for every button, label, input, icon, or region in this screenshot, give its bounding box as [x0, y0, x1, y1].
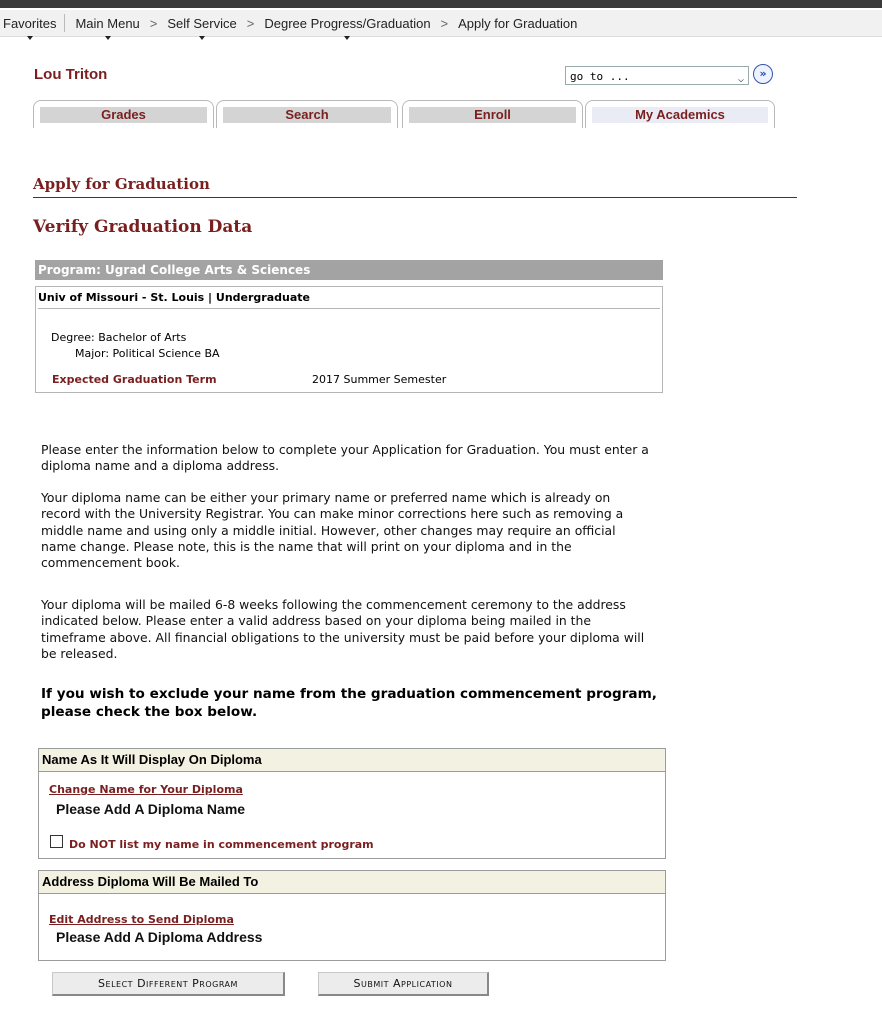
breadcrumb-degree-progress-label: Degree Progress/Graduation	[264, 15, 431, 31]
chevron-down-icon	[199, 35, 206, 40]
submit-application-button[interactable]: Submit Application	[318, 972, 489, 996]
tab-search-label: Search	[223, 107, 391, 123]
program-details-box: Univ of Missouri - St. Louis | Undergrad…	[35, 286, 663, 393]
chevron-down-icon	[104, 35, 111, 40]
breadcrumb-separator-icon: >	[440, 15, 449, 31]
breadcrumb-self-service[interactable]: Self Service	[165, 15, 238, 40]
expected-term-label: Expected Graduation Term	[52, 373, 217, 386]
exclude-name-checkbox-label[interactable]: Do NOT list my name in commencement prog…	[69, 838, 374, 851]
top-border-bar	[0, 0, 882, 8]
instructions-paragraph-3: Your diploma will be mailed 6-8 weeks fo…	[41, 597, 645, 661]
tab-enroll[interactable]: Enroll	[402, 100, 583, 128]
breadcrumb-separator-icon: >	[246, 15, 255, 31]
diploma-address-header: Address Diploma Will Be Mailed To	[39, 871, 665, 894]
breadcrumb-apply-graduation[interactable]: Apply for Graduation	[456, 16, 579, 31]
tab-my-academics[interactable]: My Academics	[585, 100, 775, 128]
breadcrumb-main-menu[interactable]: Main Menu	[73, 15, 141, 40]
edit-address-link[interactable]: Edit Address to Send Diploma	[49, 913, 234, 926]
chevron-down-icon: ⌵	[737, 74, 744, 85]
breadcrumb-divider	[64, 14, 66, 32]
diploma-name-section: Name As It Will Display On Diploma Chang…	[38, 748, 666, 859]
diploma-address-section: Address Diploma Will Be Mailed To Edit A…	[38, 870, 666, 961]
breadcrumb-favorites-label: Favorites	[3, 15, 57, 31]
breadcrumb-apply-graduation-label: Apply for Graduation	[458, 15, 578, 31]
tab-search[interactable]: Search	[216, 100, 398, 128]
student-name: Lou Triton	[34, 66, 108, 83]
breadcrumb-degree-progress[interactable]: Degree Progress/Graduation	[262, 15, 432, 40]
instructions-paragraph-1: Please enter the information below to co…	[41, 442, 649, 474]
diploma-name-header: Name As It Will Display On Diploma	[39, 749, 665, 772]
program-major: Major: Political Science BA	[75, 347, 220, 360]
goto-select[interactable]: go to ... ⌵	[565, 66, 749, 85]
tab-enroll-label: Enroll	[409, 107, 576, 123]
chevron-down-icon	[344, 35, 351, 40]
diploma-address-value: Please Add A Diploma Address	[56, 929, 263, 945]
change-name-link[interactable]: Change Name for Your Diploma	[49, 783, 243, 796]
exclude-name-checkbox[interactable]	[50, 835, 63, 848]
tab-grades-label: Grades	[40, 107, 207, 123]
instructions-paragraph-2: Your diploma name can be either your pri…	[41, 490, 624, 571]
expected-term-value: 2017 Summer Semester	[312, 373, 447, 386]
breadcrumb: Favorites Main Menu > Self Service > Deg…	[0, 10, 882, 40]
program-degree: Degree: Bachelor of Arts	[51, 331, 187, 344]
tab-my-academics-label: My Academics	[592, 107, 768, 123]
program-institution: Univ of Missouri - St. Louis | Undergrad…	[38, 287, 660, 309]
goto-select-value: go to ...	[570, 70, 630, 83]
breadcrumb-self-service-label: Self Service	[167, 15, 237, 31]
breadcrumb-main-menu-label: Main Menu	[75, 15, 140, 31]
program-header: Program: Ugrad College Arts & Sciences	[35, 260, 663, 280]
tab-grades[interactable]: Grades	[33, 100, 214, 128]
goto-navigation: go to ... ⌵ »	[565, 64, 777, 86]
diploma-name-value: Please Add A Diploma Name	[56, 801, 246, 817]
chevron-down-icon	[26, 35, 33, 40]
goto-button-icon[interactable]: »	[753, 64, 773, 84]
page-title: Apply for Graduation	[33, 175, 210, 193]
title-divider	[33, 197, 797, 198]
section-title: Verify Graduation Data	[33, 217, 253, 237]
breadcrumb-favorites[interactable]: Favorites	[1, 15, 58, 40]
breadcrumb-separator-icon: >	[149, 15, 158, 31]
exclude-notice: If you wish to exclude your name from th…	[41, 686, 657, 720]
select-different-program-button[interactable]: Select Different Program	[52, 972, 285, 996]
